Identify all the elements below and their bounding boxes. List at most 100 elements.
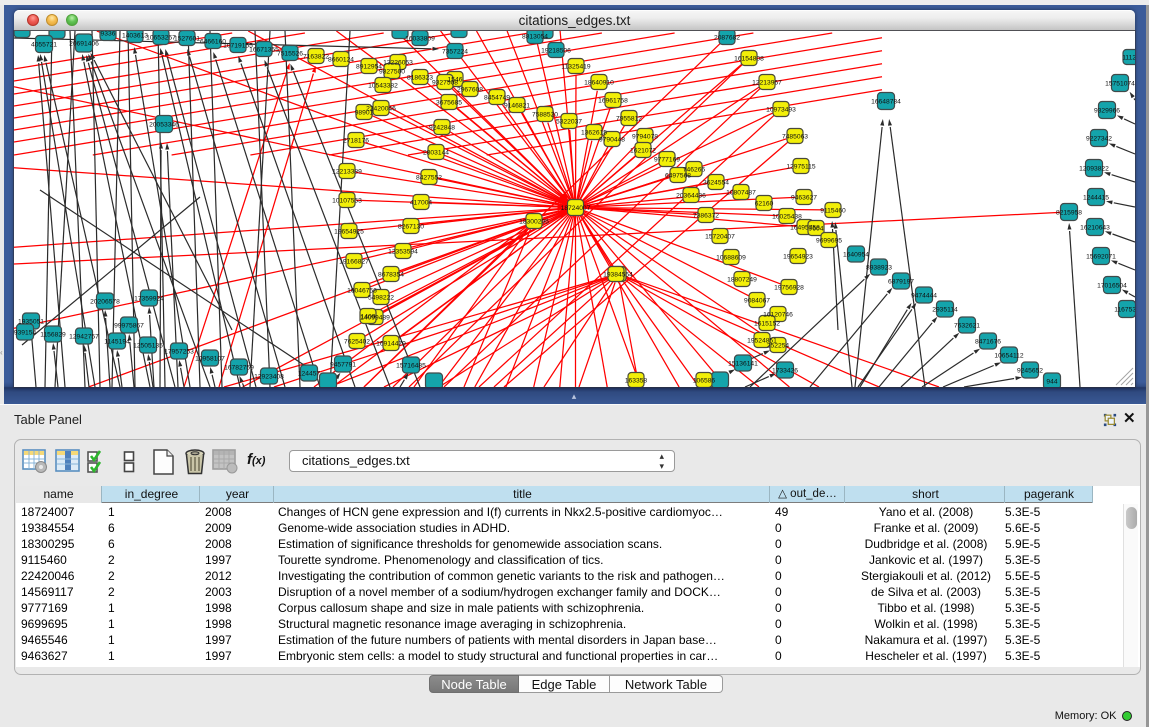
svg-text:11123: 11123 bbox=[1122, 55, 1135, 62]
svg-text:7515526: 7515526 bbox=[277, 51, 303, 58]
svg-text:8678354: 8678354 bbox=[378, 272, 404, 279]
svg-text:12353594: 12353594 bbox=[388, 249, 418, 256]
svg-text:12213389: 12213389 bbox=[332, 169, 362, 176]
svg-text:20053346: 20053346 bbox=[149, 122, 179, 129]
svg-text:1156829: 1156829 bbox=[40, 332, 66, 339]
svg-text:124457: 124457 bbox=[298, 371, 321, 378]
svg-text:16210643: 16210643 bbox=[1080, 225, 1110, 232]
svg-text:9146821: 9146821 bbox=[504, 103, 530, 110]
svg-text:1733426: 1733426 bbox=[772, 368, 798, 375]
svg-text:7632621: 7632621 bbox=[954, 323, 980, 330]
svg-text:1527601: 1527601 bbox=[174, 36, 200, 43]
svg-text:18640910: 18640910 bbox=[584, 80, 614, 87]
svg-text:19654925: 19654925 bbox=[334, 229, 364, 236]
svg-text:3675685: 3675685 bbox=[436, 100, 462, 107]
svg-text:8427552: 8427552 bbox=[416, 175, 442, 182]
svg-text:7357224: 7357224 bbox=[442, 49, 468, 56]
svg-text:7485063: 7485063 bbox=[782, 134, 808, 141]
svg-text:2718176: 2718176 bbox=[343, 138, 369, 145]
svg-text:9245652: 9245652 bbox=[1017, 368, 1043, 375]
svg-text:15720407: 15720407 bbox=[705, 234, 735, 241]
svg-text:8454749: 8454749 bbox=[484, 95, 510, 102]
svg-text:1935051: 1935051 bbox=[18, 319, 44, 326]
svg-text:16671355: 16671355 bbox=[249, 47, 279, 54]
svg-text:9336: 9336 bbox=[101, 31, 116, 38]
svg-text:6497568: 6497568 bbox=[665, 173, 691, 180]
svg-text:12505135: 12505135 bbox=[133, 343, 163, 350]
svg-text:20364436: 20364436 bbox=[676, 193, 706, 200]
svg-text:99975867: 99975867 bbox=[114, 323, 144, 330]
svg-text:16120746: 16120746 bbox=[763, 312, 793, 319]
svg-text:9699695: 9699695 bbox=[816, 238, 842, 245]
svg-text:18300295: 18300295 bbox=[519, 219, 549, 226]
svg-text:20691406: 20691406 bbox=[69, 41, 99, 48]
svg-text:17016504: 17016504 bbox=[1097, 283, 1127, 290]
svg-text:944: 944 bbox=[1046, 379, 1057, 386]
svg-text:10807487: 10807487 bbox=[726, 190, 756, 197]
svg-text:10025438: 10025438 bbox=[772, 214, 802, 221]
svg-text:16046756: 16046756 bbox=[347, 288, 377, 295]
svg-text:9327508: 9327508 bbox=[432, 80, 458, 87]
svg-text:1167533: 1167533 bbox=[1114, 307, 1135, 314]
svg-text:15136141: 15136141 bbox=[728, 361, 758, 368]
svg-text:1409: 1409 bbox=[361, 314, 376, 321]
svg-text:106586: 106586 bbox=[693, 378, 716, 385]
svg-text:16782759: 16782759 bbox=[224, 365, 254, 372]
svg-text:1615152: 1615152 bbox=[754, 321, 780, 328]
svg-text:62160: 62160 bbox=[755, 201, 774, 208]
svg-text:10958107: 10958107 bbox=[195, 356, 225, 363]
svg-text:10688609: 10688609 bbox=[716, 255, 746, 262]
svg-text:1362615: 1362615 bbox=[581, 130, 607, 137]
svg-text:18807249: 18807249 bbox=[727, 277, 757, 284]
svg-text:2087682: 2087682 bbox=[714, 35, 740, 42]
svg-text:20206578: 20206578 bbox=[90, 299, 120, 306]
svg-text:9794078: 9794078 bbox=[632, 134, 658, 141]
svg-text:9827500: 9827500 bbox=[379, 69, 405, 76]
svg-text:7625402: 7625402 bbox=[344, 339, 370, 346]
svg-text:9115460: 9115460 bbox=[820, 208, 846, 215]
svg-text:9777169: 9777169 bbox=[654, 157, 680, 164]
svg-text:16961758: 16961758 bbox=[598, 98, 628, 105]
svg-text:8186323: 8186323 bbox=[407, 75, 433, 82]
svg-text:18724007: 18724007 bbox=[561, 205, 591, 212]
svg-text:2803144: 2803144 bbox=[423, 150, 449, 157]
svg-text:8471676: 8471676 bbox=[975, 339, 1001, 346]
svg-text:15751074: 15751074 bbox=[1105, 81, 1135, 88]
svg-text:12975115: 12975115 bbox=[786, 164, 816, 171]
svg-text:19218506: 19218506 bbox=[541, 48, 571, 55]
svg-text:9329966: 9329966 bbox=[1094, 108, 1120, 115]
svg-text:9474444: 9474444 bbox=[911, 293, 937, 300]
svg-text:16033809: 16033809 bbox=[405, 36, 435, 43]
svg-text:8938923: 8938923 bbox=[866, 265, 892, 272]
svg-text:9084067: 9084067 bbox=[744, 298, 770, 305]
svg-text:16154808: 16154808 bbox=[734, 56, 764, 63]
svg-text:10653267: 10653267 bbox=[146, 35, 176, 42]
svg-text:1403613: 1403613 bbox=[122, 33, 148, 40]
svg-text:6879197: 6879197 bbox=[888, 279, 914, 286]
svg-text:19384554: 19384554 bbox=[603, 272, 633, 279]
svg-text:2967608: 2967608 bbox=[457, 87, 483, 94]
svg-text:15716485: 15716485 bbox=[396, 363, 426, 370]
svg-text:12942757: 12942757 bbox=[69, 334, 99, 341]
svg-text:10107553: 10107553 bbox=[332, 198, 362, 205]
svg-text:17359924: 17359924 bbox=[134, 296, 164, 303]
svg-text:8660124: 8660124 bbox=[328, 57, 354, 64]
svg-text:12093822: 12093822 bbox=[1079, 166, 1109, 173]
svg-text:10973493: 10973493 bbox=[766, 107, 796, 114]
svg-text:12923408: 12923408 bbox=[254, 374, 284, 381]
svg-text:7163822: 7163822 bbox=[303, 54, 329, 61]
svg-text:9463627: 9463627 bbox=[791, 195, 817, 202]
svg-text:9790448: 9790448 bbox=[599, 137, 625, 144]
svg-text:15692071: 15692071 bbox=[1086, 254, 1116, 261]
svg-text:9604: 9604 bbox=[809, 226, 824, 233]
svg-text:9227342: 9227342 bbox=[1086, 136, 1112, 143]
svg-text:16648784: 16648784 bbox=[871, 99, 901, 106]
svg-text:13226053: 13226053 bbox=[383, 60, 413, 67]
svg-text:4055721: 4055721 bbox=[31, 42, 57, 49]
svg-text:3624554: 3624554 bbox=[703, 180, 729, 187]
svg-text:1621072: 1621072 bbox=[630, 148, 656, 155]
svg-text:11325419: 11325419 bbox=[561, 64, 591, 71]
svg-text:98901: 98901 bbox=[355, 110, 374, 117]
svg-text:5322037: 5322037 bbox=[556, 119, 582, 126]
svg-text:417004: 417004 bbox=[410, 200, 433, 207]
